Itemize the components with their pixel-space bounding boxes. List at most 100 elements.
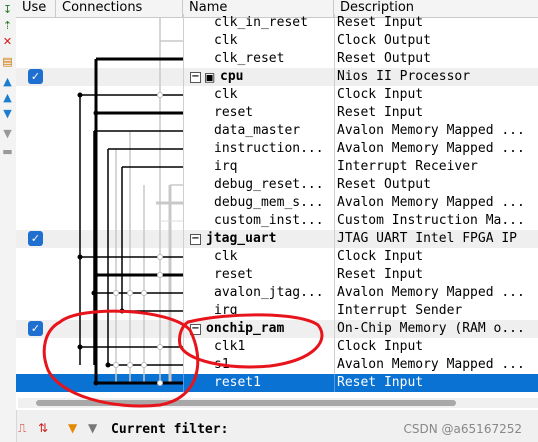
description-cell: Nios II Processor [334, 68, 538, 86]
description-cell: Custom Instruction Ma... [334, 212, 538, 230]
name-cell: − ▣ cpu [183, 68, 333, 86]
description-cell: Avalon Memory Mapped ... [334, 284, 538, 302]
description-cell: Reset Input [334, 266, 538, 284]
connection-open-dot [113, 290, 119, 296]
move-top-icon[interactable]: ▲ [2, 76, 13, 87]
name-cell: clk [183, 32, 333, 50]
description-cell: Clock Output [334, 32, 538, 50]
use-cell [16, 158, 56, 176]
filter-clear-icon[interactable]: ▼ [88, 421, 97, 435]
use-cell [16, 50, 56, 68]
use-cell [16, 176, 56, 194]
description-cell: Reset Input [334, 374, 538, 392]
description-cell: Clock Input [334, 86, 538, 104]
collapse-toggle-icon[interactable]: − [190, 72, 201, 83]
description-cell: Avalon Memory Mapped ... [334, 140, 538, 158]
use-cell: ✓ [16, 320, 56, 338]
description-cell: Interrupt Receiver [334, 158, 538, 176]
filter-icon[interactable]: ▼ [68, 421, 77, 435]
description-cell: Avalon Memory Mapped ... [334, 194, 538, 212]
collapse-toggle-icon[interactable]: − [190, 324, 201, 335]
use-cell [16, 374, 56, 392]
name-cell: clk [183, 86, 333, 104]
collapse-icon[interactable]: ▬ [2, 146, 13, 157]
move-up-icon[interactable]: ⇡ [2, 20, 13, 31]
connection-open-dot [157, 344, 163, 350]
filter-sort-icon[interactable]: ⇅ [38, 421, 48, 435]
connection-dot [105, 362, 111, 368]
connection-dot [77, 254, 83, 260]
use-cell [16, 104, 56, 122]
connection-open-dot [127, 290, 133, 296]
connection-dot [93, 272, 99, 278]
use-cell [16, 212, 56, 230]
filter-wave-icon[interactable]: ⎍ [18, 421, 26, 436]
description-cell: JTAG UART Intel FPGA IP [334, 230, 538, 248]
name-text: clk1 [214, 339, 246, 354]
use-checkbox[interactable]: ✓ [28, 231, 43, 246]
connection-open-dot [113, 362, 119, 368]
description-cell: Avalon Memory Mapped ... [334, 356, 538, 374]
description-cell: Reset Output [334, 50, 538, 68]
scrollbar-thumb[interactable] [36, 400, 456, 406]
add-icon[interactable]: ↧ [2, 4, 13, 15]
processor-icon: ▣ [204, 70, 216, 84]
connection-dot [77, 92, 83, 98]
name-cell: − onchip_ram [183, 320, 333, 338]
description-cell: On-Chip Memory (RAM o... [334, 320, 538, 338]
use-cell: ✓ [16, 68, 56, 86]
left-toolbar: ↧ ⇡ ✕ ▤ ▲ ▲ ▼ ▼ ▬ [0, 0, 17, 442]
name-cell: − jtag_uart [183, 230, 333, 248]
connection-open-dot [127, 362, 133, 368]
name-text: s1 [214, 357, 230, 372]
filter-bar: ⎍ ⇅ ▼ ▼ Current filter: CSDN @a65167252 [16, 418, 538, 442]
move-bottom-icon[interactable]: ▼ [2, 128, 13, 139]
name-text: clk_reset [214, 51, 285, 66]
name-text: debug_reset... [214, 177, 324, 192]
name-cell: clk1 [183, 338, 333, 356]
connection-dot [93, 380, 99, 386]
name-text: avalon_jtag... [214, 285, 324, 300]
description-cell: Interrupt Sender [334, 302, 538, 320]
edit-icon[interactable]: ▤ [2, 56, 13, 67]
name-cell: data_master [183, 122, 333, 140]
connection-open-dot [157, 272, 163, 278]
name-cell: instruction... [183, 140, 333, 158]
name-text: reset [214, 267, 254, 282]
horizontal-scrollbar[interactable] [18, 398, 538, 408]
name-text: onchip_ram [206, 321, 285, 336]
connection-open-dot [141, 362, 147, 368]
use-cell [16, 86, 56, 104]
name-text: reset1 [214, 375, 261, 390]
name-cell: irq [183, 302, 333, 320]
move-up-arrow-icon[interactable]: ▲ [2, 92, 13, 103]
name-text: reset [214, 105, 254, 120]
name-cell: reset [183, 104, 333, 122]
connection-open-dot [157, 92, 163, 98]
use-cell: ✓ [16, 230, 56, 248]
connection-dot [77, 344, 83, 350]
use-checkbox[interactable]: ✓ [28, 321, 43, 336]
connections-graph[interactable] [56, 18, 183, 398]
use-checkbox[interactable]: ✓ [28, 69, 43, 84]
remove-icon[interactable]: ✕ [2, 36, 13, 47]
name-cell: s1 [183, 356, 333, 374]
description-cell: Reset Output [334, 176, 538, 194]
description-cell: Clock Input [334, 338, 538, 356]
system-contents-table: Use Connections Name Description clk_in_… [16, 0, 538, 410]
move-down-arrow-icon[interactable]: ▼ [2, 108, 13, 119]
name-text: jtag_uart [206, 231, 277, 246]
name-text: data_master [214, 123, 301, 138]
use-cell [16, 122, 56, 140]
use-cell [16, 248, 56, 266]
name-cell: reset [183, 266, 333, 284]
connection-open-dot [141, 290, 147, 296]
name-cell: irq [183, 158, 333, 176]
current-filter-label: Current filter: [111, 422, 229, 437]
use-cell [16, 14, 56, 32]
use-cell [16, 338, 56, 356]
collapse-toggle-icon[interactable]: − [190, 234, 201, 245]
name-text: clk_in_reset [214, 15, 308, 30]
name-text: custom_inst... [214, 213, 324, 228]
use-cell [16, 284, 56, 302]
